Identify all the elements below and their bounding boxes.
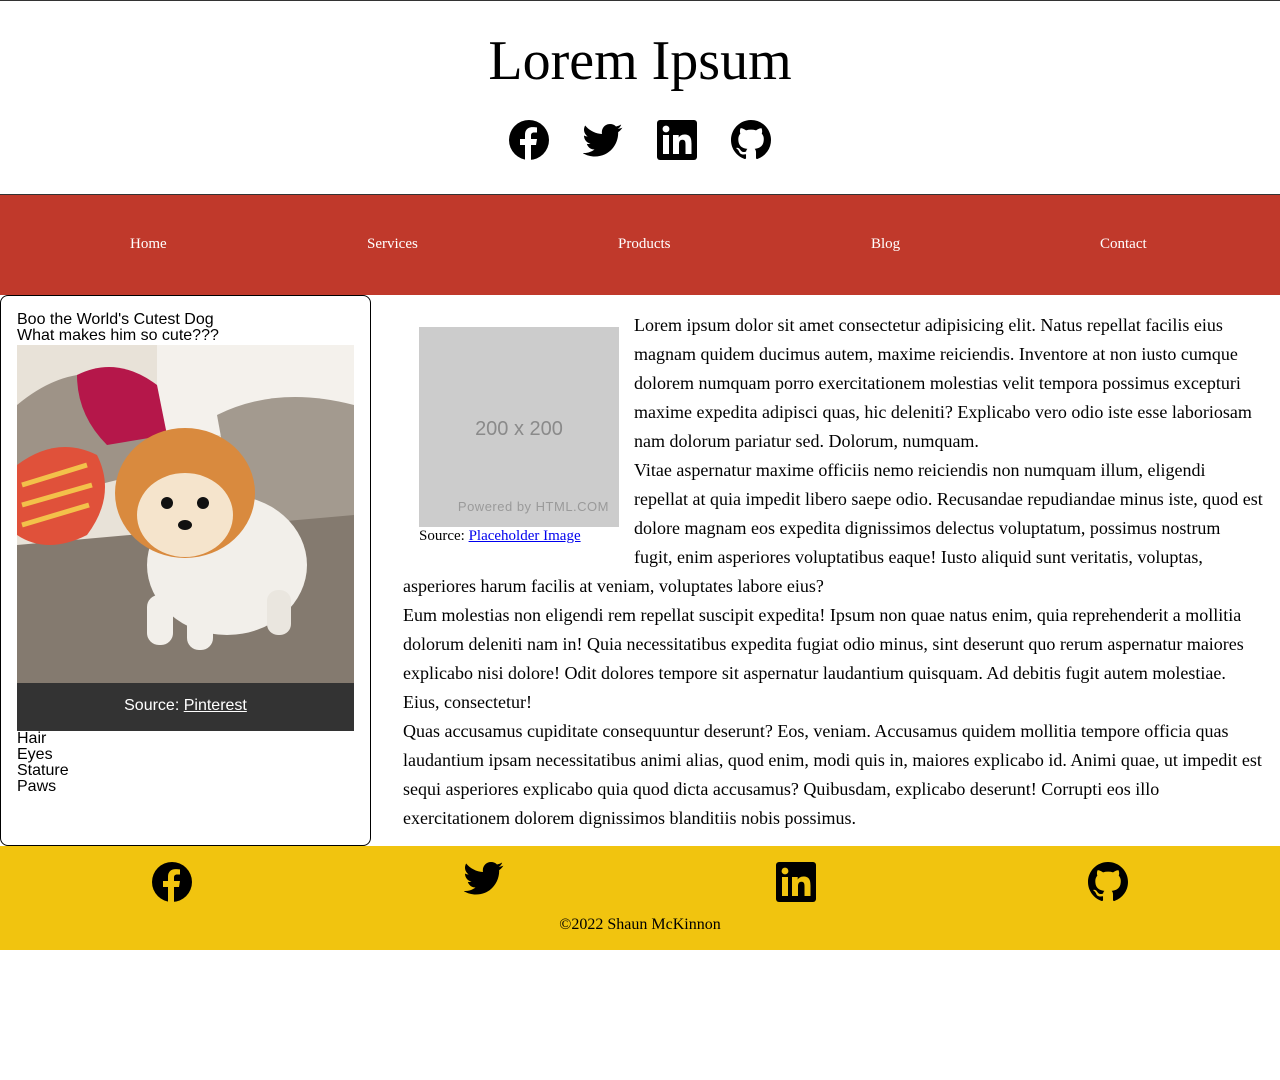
- placeholder-caption-prefix: Source:: [419, 528, 469, 544]
- dog-card: Boo the World's Cutest Dog What makes hi…: [0, 295, 371, 846]
- nav-item-home[interactable]: Home: [130, 236, 167, 253]
- article-paragraph: Quas accusamus cupiditate consequuntur d…: [403, 721, 1262, 828]
- copyright: ©2022 Shaun McKinnon: [559, 916, 721, 933]
- twitter-icon: [583, 124, 623, 157]
- facebook-link[interactable]: [509, 120, 549, 160]
- placeholder-powered-label: Powered by HTML.COM: [457, 499, 609, 514]
- card-title: Boo the World's Cutest Dog: [17, 311, 214, 328]
- github-icon: [1088, 862, 1128, 902]
- nav-item-products[interactable]: Products: [618, 236, 671, 253]
- dog-figure: Source: Pinterest: [17, 345, 354, 731]
- twitter-icon: [464, 862, 504, 895]
- nav-item-blog[interactable]: Blog: [871, 236, 900, 253]
- trait-eyes: Eyes: [17, 746, 53, 763]
- trait-list: Hair Eyes Stature Paws: [17, 731, 354, 795]
- trait-paws: Paws: [17, 778, 57, 795]
- card-subtitle: What makes him so cute???: [17, 327, 219, 344]
- header-social-links: [0, 120, 1280, 160]
- article: 200 x 200 Powered by HTML.COM Source: Pl…: [371, 295, 1280, 846]
- trait-stature: Stature: [17, 762, 69, 779]
- nav-item-services[interactable]: Services: [367, 236, 418, 253]
- twitter-link[interactable]: [583, 120, 623, 160]
- github-link[interactable]: [731, 120, 771, 160]
- placeholder-image-link[interactable]: Placeholder Image: [469, 528, 581, 544]
- trait-hair: Hair: [17, 730, 47, 747]
- linkedin-icon: [776, 862, 816, 902]
- placeholder-image: 200 x 200 Powered by HTML.COM: [419, 327, 619, 527]
- site-footer: ©2022 Shaun McKinnon: [0, 846, 1280, 950]
- placeholder-figure: 200 x 200 Powered by HTML.COM Source: Pl…: [419, 327, 619, 545]
- nav-item-contact[interactable]: Contact: [1100, 236, 1147, 253]
- placeholder-caption: Source: Placeholder Image: [419, 527, 619, 545]
- facebook-icon: [509, 120, 549, 160]
- site-header: Lorem Ipsum: [0, 1, 1280, 194]
- site-title: Lorem Ipsum: [488, 30, 792, 92]
- facebook-icon: [152, 862, 192, 902]
- main-nav: Home Services Products Blog Contact: [0, 194, 1280, 295]
- github-icon: [731, 120, 771, 160]
- dog-photo: [17, 345, 354, 683]
- placeholder-size-label: 200 x 200: [475, 418, 563, 440]
- dog-caption: Source: Pinterest: [17, 683, 354, 731]
- dog-caption-prefix: Source:: [124, 697, 184, 714]
- linkedin-icon: [657, 120, 697, 160]
- content-area: Boo the World's Cutest Dog What makes hi…: [0, 295, 1280, 846]
- article-paragraph: Eum molestias non eligendi rem repellat …: [403, 605, 1244, 712]
- pinterest-link[interactable]: Pinterest: [184, 697, 247, 714]
- linkedin-link[interactable]: [657, 120, 697, 160]
